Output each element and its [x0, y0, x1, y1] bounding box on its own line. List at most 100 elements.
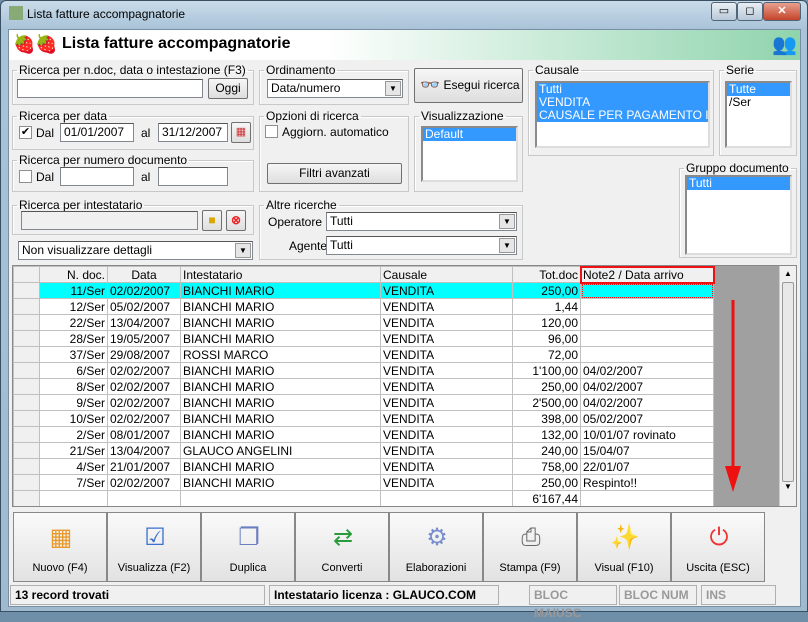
table-row[interactable]: 22/Ser 13/04/2007 BIANCHI MARIO VENDITA 120,…	[13, 314, 714, 331]
table-cell[interactable]: 96,00	[512, 330, 581, 347]
duplicate-button[interactable]: ❐ Duplica	[201, 512, 295, 582]
table-cell[interactable]: VENDITA	[380, 410, 513, 427]
table-cell[interactable]: Respinto!!	[580, 474, 714, 491]
table-cell[interactable]: 02/02/2007	[107, 362, 181, 379]
table-cell[interactable]: 28/Ser	[39, 330, 108, 347]
table-cell[interactable]: VENDITA	[380, 426, 513, 443]
column-header[interactable]: Intestatario	[180, 266, 381, 283]
table-cell[interactable]: 15/04/07	[580, 442, 714, 459]
table-cell[interactable]	[580, 314, 714, 331]
table-cell[interactable]: VENDITA	[380, 458, 513, 475]
table-cell[interactable]: VENDITA	[380, 442, 513, 459]
table-cell[interactable]: 22/Ser	[39, 314, 108, 331]
table-cell[interactable]: 250,00	[512, 474, 581, 491]
table-cell[interactable]: VENDITA	[380, 378, 513, 395]
list-item[interactable]: /Ser	[727, 96, 790, 109]
scroll-up-icon[interactable]: ▲	[780, 266, 796, 282]
row-indicator[interactable]	[13, 458, 40, 475]
advanced-filters-button[interactable]: Filtri avanzati	[267, 163, 402, 184]
column-header[interactable]: Tot.doc	[512, 266, 581, 283]
minimize-button[interactable]: ▭	[711, 2, 737, 21]
table-row[interactable]: 11/Ser 02/02/2007 BIANCHI MARIO VENDITA 250,…	[13, 282, 714, 299]
table-cell[interactable]: VENDITA	[380, 282, 513, 299]
table-cell[interactable]: 10/01/07 rovinato	[580, 426, 714, 443]
agent-select[interactable]: Tutti	[330, 238, 353, 252]
chevron-down-icon[interactable]: ▼	[385, 81, 401, 96]
table-cell[interactable]: 8/Ser	[39, 378, 108, 395]
view-list[interactable]: Default	[421, 126, 518, 182]
table-row[interactable]: 9/Ser 02/02/2007 BIANCHI MARIO VENDITA 2'500…	[13, 394, 714, 411]
table-row[interactable]: 28/Ser 19/05/2007 BIANCHI MARIO VENDITA 96,0…	[13, 330, 714, 347]
table-cell[interactable]: 6/Ser	[39, 362, 108, 379]
table-cell[interactable]: 13/04/2007	[107, 442, 181, 459]
table-cell[interactable]: 02/02/2007	[107, 282, 181, 299]
table-cell[interactable]: 9/Ser	[39, 394, 108, 411]
table-cell[interactable]: 04/02/2007	[580, 394, 714, 411]
row-indicator[interactable]	[13, 474, 40, 491]
table-cell[interactable]: 7/Ser	[39, 474, 108, 491]
table-cell[interactable]: GLAUCO ANGELINI	[180, 442, 381, 459]
table-cell[interactable]: 05/02/2007	[107, 298, 181, 315]
ordering-select[interactable]: Data/numero	[271, 81, 340, 95]
table-cell[interactable]: 21/Ser	[39, 442, 108, 459]
print-button[interactable]: ⎙ Stampa (F9)	[483, 512, 577, 582]
date-from-input[interactable]: 01/01/2007	[60, 123, 134, 142]
table-cell[interactable]: VENDITA	[380, 362, 513, 379]
vertical-scrollbar[interactable]: ▲ ▼	[779, 266, 796, 506]
table-cell[interactable]: 132,00	[512, 426, 581, 443]
table-cell[interactable]: VENDITA	[380, 394, 513, 411]
list-item[interactable]: Default	[423, 128, 516, 141]
table-cell[interactable]: 758,00	[512, 458, 581, 475]
table-cell[interactable]: 02/02/2007	[107, 410, 181, 427]
table-cell[interactable]	[580, 346, 714, 363]
column-header[interactable]: Note2 / Data arrivo	[579, 266, 715, 284]
table-cell[interactable]: BIANCHI MARIO	[180, 474, 381, 491]
table-cell[interactable]: BIANCHI MARIO	[180, 378, 381, 395]
row-indicator[interactable]	[13, 346, 40, 363]
row-indicator[interactable]	[13, 330, 40, 347]
table-cell[interactable]: 250,00	[512, 282, 581, 299]
table-cell[interactable]: 02/02/2007	[107, 394, 181, 411]
table-cell[interactable]: 1,44	[512, 298, 581, 315]
table-cell[interactable]: 2/Ser	[39, 426, 108, 443]
table-cell[interactable]: 04/02/2007	[580, 378, 714, 395]
gruppo-list[interactable]: Tutti	[685, 175, 792, 255]
table-row[interactable]: 8/Ser 02/02/2007 BIANCHI MARIO VENDITA 250,0…	[13, 378, 714, 395]
table-row[interactable]: 4/Ser 21/01/2007 BIANCHI MARIO VENDITA 758,0…	[13, 458, 714, 475]
doc-to-input[interactable]	[158, 167, 228, 186]
scroll-down-icon[interactable]: ▼	[780, 482, 796, 491]
table-row[interactable]: 7/Ser 02/02/2007 BIANCHI MARIO VENDITA 250,0…	[13, 474, 714, 491]
table-row[interactable]: 37/Ser 29/08/2007 ROSSI MARCO VENDITA 72,00	[13, 346, 714, 363]
table-cell[interactable]: 22/01/07	[580, 458, 714, 475]
table-cell[interactable]: 29/08/2007	[107, 346, 181, 363]
table-row[interactable]: 10/Ser 02/02/2007 BIANCHI MARIO VENDITA 398,…	[13, 410, 714, 427]
clear-icon[interactable]: ⊗	[226, 210, 246, 231]
auto-update-checkbox[interactable]	[265, 125, 278, 138]
table-cell[interactable]: 10/Ser	[39, 410, 108, 427]
table-row[interactable]: 2/Ser 08/01/2007 BIANCHI MARIO VENDITA 132,0…	[13, 426, 714, 443]
folder-icon[interactable]: ■	[202, 210, 222, 231]
table-cell[interactable]: 240,00	[512, 442, 581, 459]
table-cell[interactable]: 21/01/2007	[107, 458, 181, 475]
row-indicator[interactable]	[13, 378, 40, 395]
chevron-down-icon[interactable]: ▼	[499, 214, 515, 229]
date-to-input[interactable]: 31/12/2007	[158, 123, 228, 142]
table-cell[interactable]: BIANCHI MARIO	[180, 426, 381, 443]
invoice-grid[interactable]: N. doc. Data Intestatario Causale Tot.do…	[12, 265, 797, 507]
table-cell[interactable]: 11/Ser	[39, 282, 108, 299]
column-header[interactable]: Data	[107, 266, 181, 283]
date-filter-checkbox[interactable]: ✔	[19, 126, 32, 139]
table-cell[interactable]: 02/02/2007	[107, 378, 181, 395]
list-item[interactable]: Tutti	[687, 177, 790, 190]
details-select[interactable]: Non visualizzare dettagli	[22, 243, 152, 257]
table-cell[interactable]: 398,00	[512, 410, 581, 427]
scroll-thumb[interactable]	[782, 282, 794, 482]
table-cell[interactable]: 1'100,00	[512, 362, 581, 379]
table-cell[interactable]: VENDITA	[380, 330, 513, 347]
causale-list[interactable]: Tutti VENDITA CAUSALE PER PAGAMENTO IN C	[535, 81, 710, 148]
table-row[interactable]: 6/Ser 02/02/2007 BIANCHI MARIO VENDITA 1'100…	[13, 362, 714, 379]
view-button[interactable]: ☑ Visualizza (F2)	[107, 512, 201, 582]
table-cell[interactable]: BIANCHI MARIO	[180, 394, 381, 411]
maximize-button[interactable]: ◻	[737, 2, 763, 21]
row-indicator[interactable]	[13, 394, 40, 411]
